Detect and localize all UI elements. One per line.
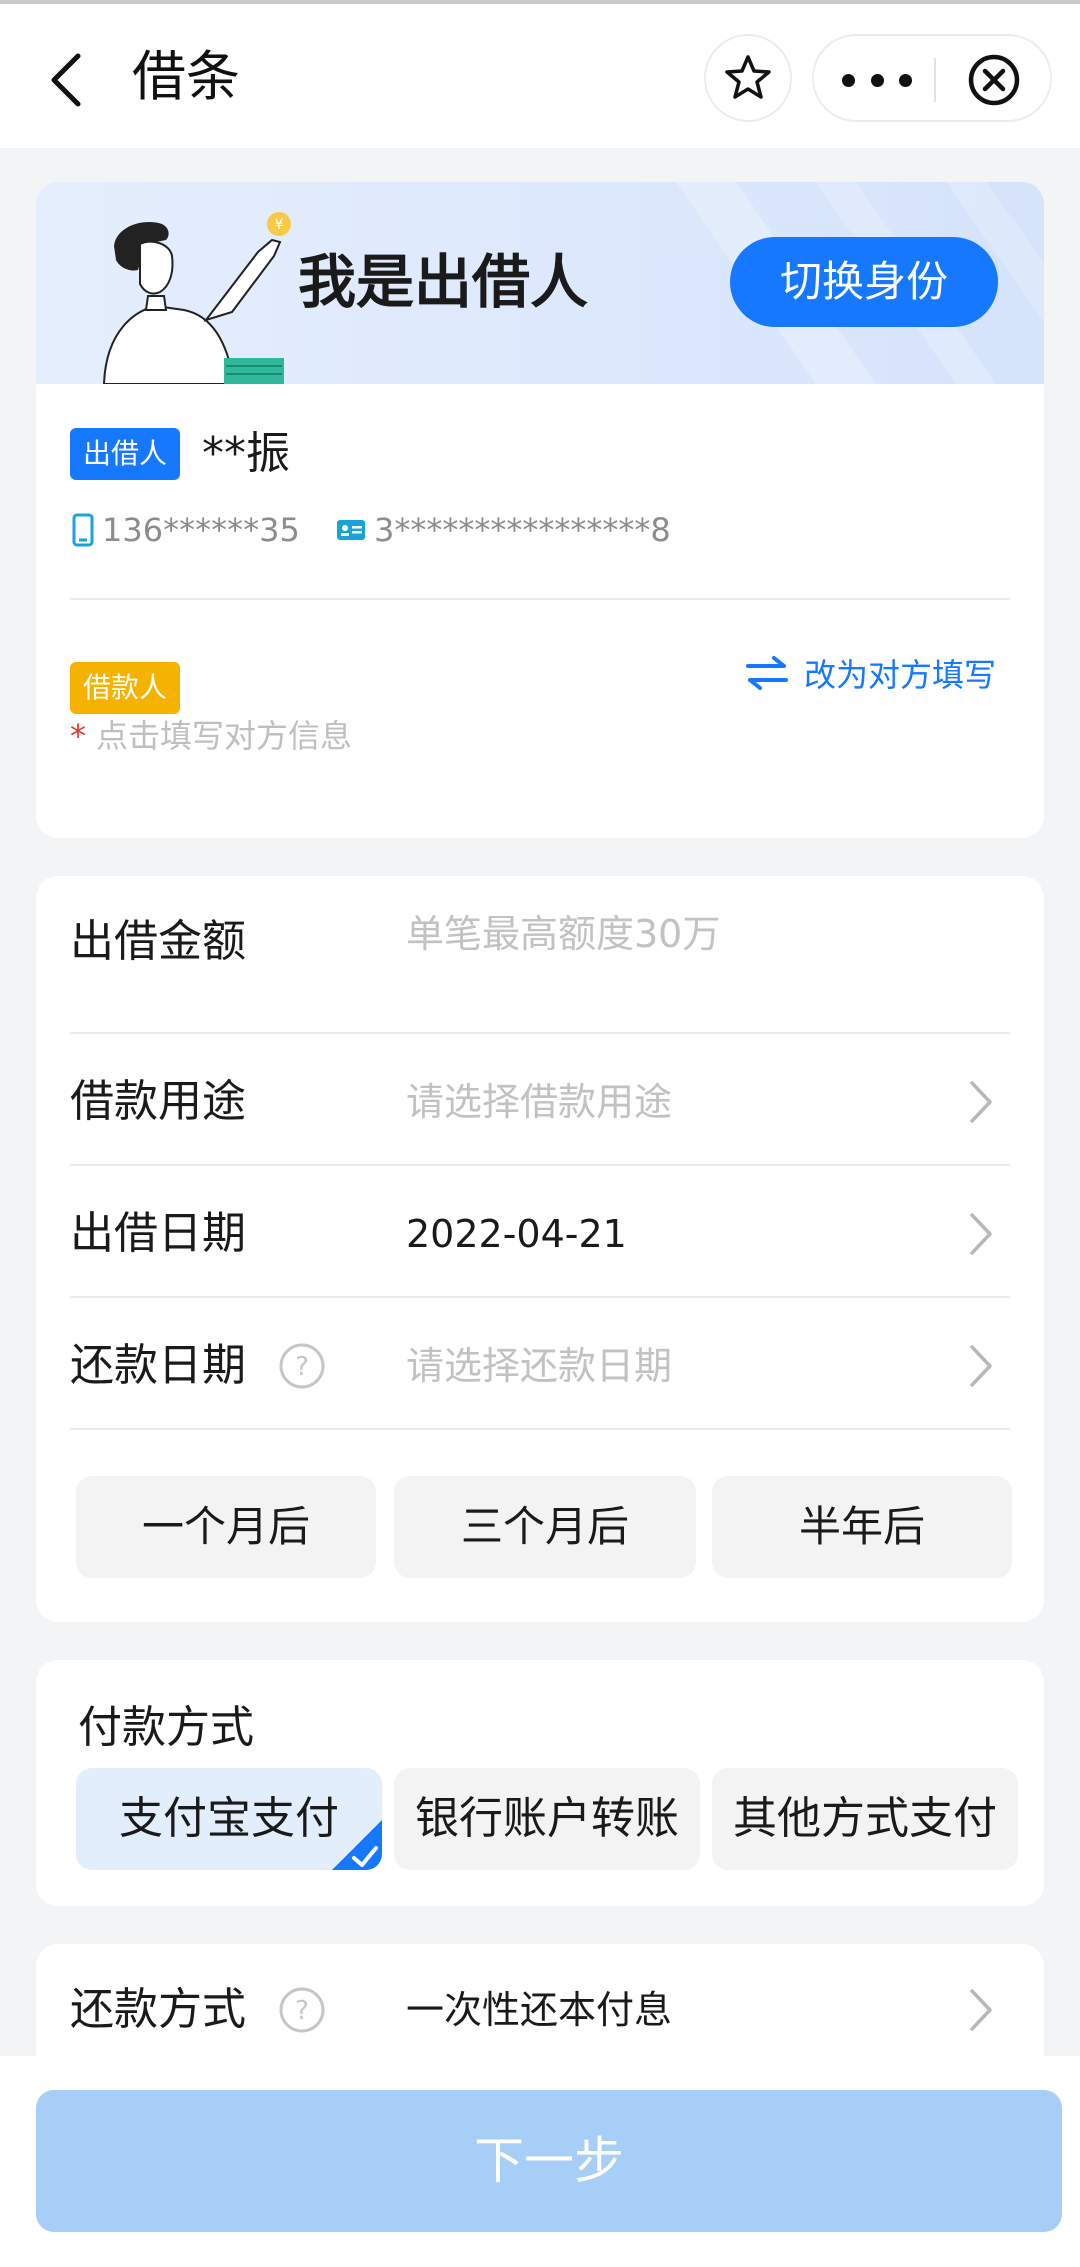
lender-phone-text: 136******35 bbox=[102, 511, 300, 549]
identity-divider bbox=[70, 598, 1010, 600]
repay-date-label: 还款日期 bbox=[70, 1340, 246, 1391]
banner-title: 我是出借人 bbox=[298, 248, 589, 316]
row-divider bbox=[70, 1428, 1010, 1430]
more-dot-icon bbox=[842, 73, 855, 87]
identity-banner: ¥ 我是出借人 切换身份 bbox=[36, 182, 1044, 384]
chevron-right-icon bbox=[970, 1989, 992, 2031]
chevron-left-icon bbox=[51, 53, 81, 107]
payment-option-label: 银行账户转账 bbox=[415, 1793, 679, 1844]
row-divider bbox=[70, 1296, 1010, 1298]
required-mark: * bbox=[70, 717, 86, 755]
row-divider bbox=[70, 1164, 1010, 1166]
id-card-icon bbox=[337, 520, 365, 540]
repay-method-value[interactable]: 一次性还本付息 bbox=[406, 1980, 672, 2040]
swap-arrows-icon bbox=[746, 656, 788, 690]
more-button[interactable] bbox=[842, 62, 912, 98]
phone-icon bbox=[72, 513, 94, 547]
lender-id-text: 3****************8 bbox=[374, 511, 671, 549]
top-bar: 借条 bbox=[0, 0, 1080, 148]
next-step-button[interactable]: 下一步 bbox=[36, 2090, 1062, 2232]
row-divider bbox=[70, 1032, 1010, 1034]
close-circle-icon bbox=[968, 54, 1020, 106]
mini-program-capsule bbox=[812, 34, 1052, 122]
borrower-tag: 借款人 bbox=[70, 662, 181, 714]
borrower-info-hint-text: 点击填写对方信息 bbox=[96, 717, 353, 755]
help-circle-icon[interactable]: ? bbox=[278, 1342, 326, 1390]
purpose-label: 借款用途 bbox=[70, 1076, 246, 1127]
payment-option-label: 其他方式支付 bbox=[733, 1793, 997, 1844]
payment-option-bank-transfer[interactable]: 银行账户转账 bbox=[394, 1768, 700, 1870]
checkmark-icon bbox=[332, 1820, 382, 1870]
payment-option-label: 支付宝支付 bbox=[119, 1793, 339, 1844]
lender-phone: 136******35 bbox=[72, 508, 300, 552]
svg-text:?: ? bbox=[295, 1352, 309, 1382]
payment-method-title: 付款方式 bbox=[78, 1702, 254, 1753]
svg-text:?: ? bbox=[295, 1996, 309, 2026]
repay-method-label: 还款方式 bbox=[70, 1984, 246, 2035]
more-dot-icon bbox=[899, 73, 912, 87]
lender-tag: 出借人 bbox=[70, 428, 181, 480]
quick-option-one-month[interactable]: 一个月后 bbox=[76, 1476, 376, 1578]
repay-date-select[interactable]: 请选择还款日期 bbox=[406, 1336, 672, 1396]
purpose-select[interactable]: 请选择借款用途 bbox=[406, 1072, 672, 1132]
capsule-divider bbox=[934, 58, 936, 102]
chevron-right-icon bbox=[970, 1345, 992, 1387]
payment-method-card: 付款方式 支付宝支付 银行账户转账 其他方式支付 bbox=[36, 1660, 1044, 1906]
help-circle-icon[interactable]: ? bbox=[278, 1986, 326, 2034]
star-icon bbox=[725, 55, 771, 99]
page-title: 借条 bbox=[132, 45, 240, 108]
swap-fill-link[interactable]: 改为对方填写 bbox=[744, 648, 996, 698]
chevron-right-icon bbox=[970, 1213, 992, 1255]
borrower-info-hint[interactable]: * 点击填写对方信息 bbox=[70, 710, 352, 762]
quick-option-half-year[interactable]: 半年后 bbox=[712, 1476, 1012, 1578]
payment-option-other[interactable]: 其他方式支付 bbox=[712, 1768, 1018, 1870]
svg-text:¥: ¥ bbox=[275, 217, 284, 233]
more-dot-icon bbox=[870, 73, 884, 87]
identity-card: ¥ 我是出借人 切换身份 出借人 **振 136******35 3******… bbox=[36, 182, 1044, 838]
switch-identity-button[interactable]: 切换身份 bbox=[730, 237, 998, 327]
lender-id: 3****************8 bbox=[336, 508, 671, 552]
close-button[interactable] bbox=[966, 52, 1022, 108]
favorite-button[interactable] bbox=[704, 34, 792, 122]
back-button[interactable] bbox=[40, 44, 100, 114]
payment-option-alipay[interactable]: 支付宝支付 bbox=[76, 1768, 382, 1870]
lend-date-value[interactable]: 2022-04-21 bbox=[406, 1204, 627, 1264]
lend-date-label: 出借日期 bbox=[70, 1208, 246, 1259]
chevron-right-icon bbox=[970, 1081, 992, 1123]
lender-name: **振 bbox=[202, 428, 290, 479]
amount-label: 出借金额 bbox=[70, 916, 246, 967]
amount-input[interactable]: 单笔最高额度30万 bbox=[406, 904, 720, 964]
loan-details-card: 出借金额 单笔最高额度30万 借款用途 请选择借款用途 出借日期 2022-04… bbox=[36, 876, 1044, 1622]
swap-fill-label: 改为对方填写 bbox=[804, 656, 997, 694]
quick-option-three-months[interactable]: 三个月后 bbox=[394, 1476, 696, 1578]
bottom-action-bar: 下一步 bbox=[0, 2056, 1080, 2267]
